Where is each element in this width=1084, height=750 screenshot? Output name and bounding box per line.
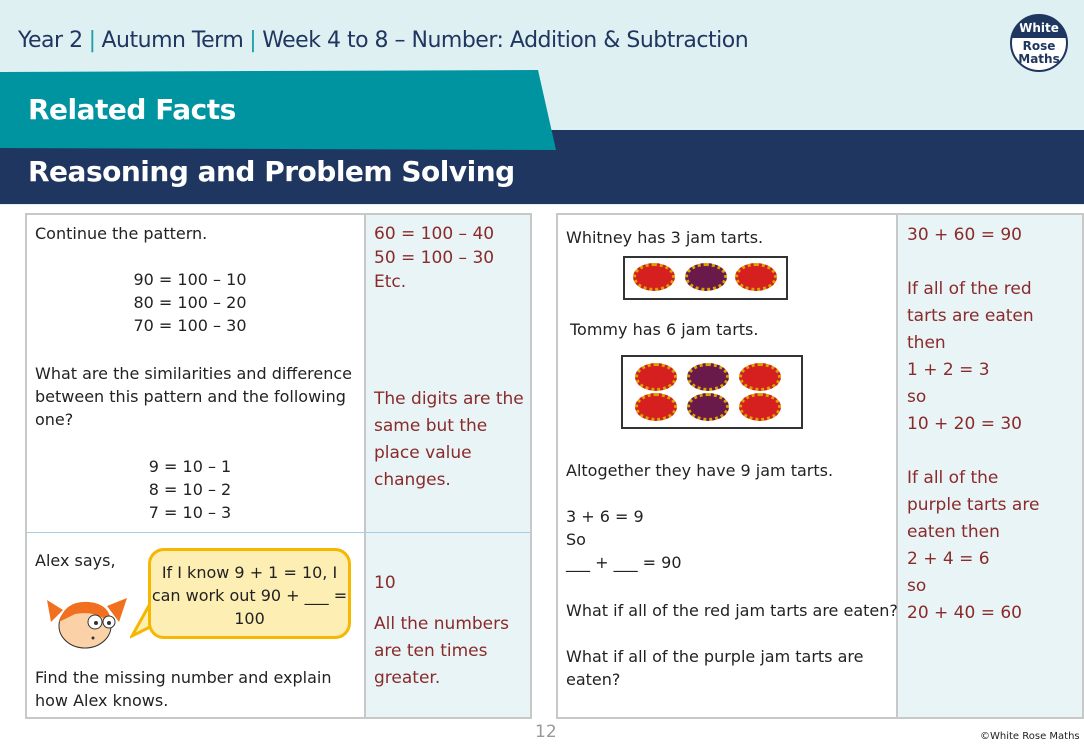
answer-line: If all of the red tarts are eaten then [907,279,1034,353]
red-tart-icon [735,263,777,291]
tray-3-tarts-icon [623,256,788,300]
answer-explain: All the numbers are ten times greater. [374,614,509,688]
purple-tart-icon [687,363,729,391]
tray-6-tarts-icon [621,355,803,429]
altogether-text: Altogether they have 9 jam tarts. [566,461,834,480]
answer-line: 2 + 4 = 6 [907,549,990,569]
row-divider [27,532,530,533]
tommy-text: Tommy has 6 jam tarts. [570,320,759,339]
missing-equation: ___ + ___ = 90 [566,553,682,572]
pattern-line: 80 = 100 – 20 [133,293,247,312]
q1-question: What are the similarities and difference… [35,364,353,429]
speech-bubble: If I know 9 + 1 = 10, I can work out 90 … [148,548,351,639]
answer-line: so [907,576,927,596]
answer-line: Etc. [374,272,407,292]
red-tart-icon [635,393,677,421]
question-purple: What if all of the purple jam tarts are … [566,647,864,689]
answer-line: 10 + 20 = 30 [907,414,1022,434]
answer-line: 60 = 100 – 40 [374,224,495,244]
so-text: So [566,530,586,549]
answer-line: so [907,387,927,407]
red-tart-icon [739,363,781,391]
answer-line: 1 + 2 = 3 [907,360,990,380]
answer-explain: The digits are the same but the place va… [374,389,524,490]
year: Year 2 [18,28,83,53]
answer-line: 20 + 40 = 60 [907,603,1022,623]
pattern-line: 8 = 10 – 2 [148,480,232,499]
purple-tart-icon [685,263,727,291]
page-subtitle: Reasoning and Problem Solving [28,155,515,188]
equation: 3 + 6 = 9 [566,507,644,526]
breadcrumb: Year 2 | Autumn Term | Week 4 to 8 – Number:… [18,28,749,53]
week: Week 4 to 8 – Number: Addition & Subtrac… [262,28,749,53]
answer-line: 50 = 100 – 30 [374,248,495,268]
alex-character-icon [47,598,127,649]
pattern-line: 7 = 10 – 3 [148,503,232,522]
q1-intro: Continue the pattern. [35,224,208,243]
pattern-line: 70 = 100 – 30 [133,316,247,335]
page-title: Related Facts [28,93,236,126]
answer-value: 10 [374,573,396,593]
pattern-line: 9 = 10 – 1 [148,457,232,476]
copyright: ©White Rose Maths [980,731,1080,742]
page-number: 12 [535,722,557,742]
purple-tart-icon [687,393,729,421]
q2-intro: Alex says, [35,551,116,570]
pattern-line: 90 = 100 – 10 [133,270,247,289]
q2-question: Find the missing number and explain how … [35,668,332,710]
whitney-text: Whitney has 3 jam tarts. [566,228,764,247]
term: Autumn Term [101,28,244,53]
answer-line: If all of the purple tarts are eaten the… [907,468,1040,542]
answer-line: 30 + 60 = 90 [907,225,1022,245]
logo: White Rose Maths [1010,14,1068,72]
red-tart-icon [635,363,677,391]
red-tart-icon [633,263,675,291]
question-red: What if all of the red jam tarts are eat… [566,601,898,620]
red-tart-icon [739,393,781,421]
